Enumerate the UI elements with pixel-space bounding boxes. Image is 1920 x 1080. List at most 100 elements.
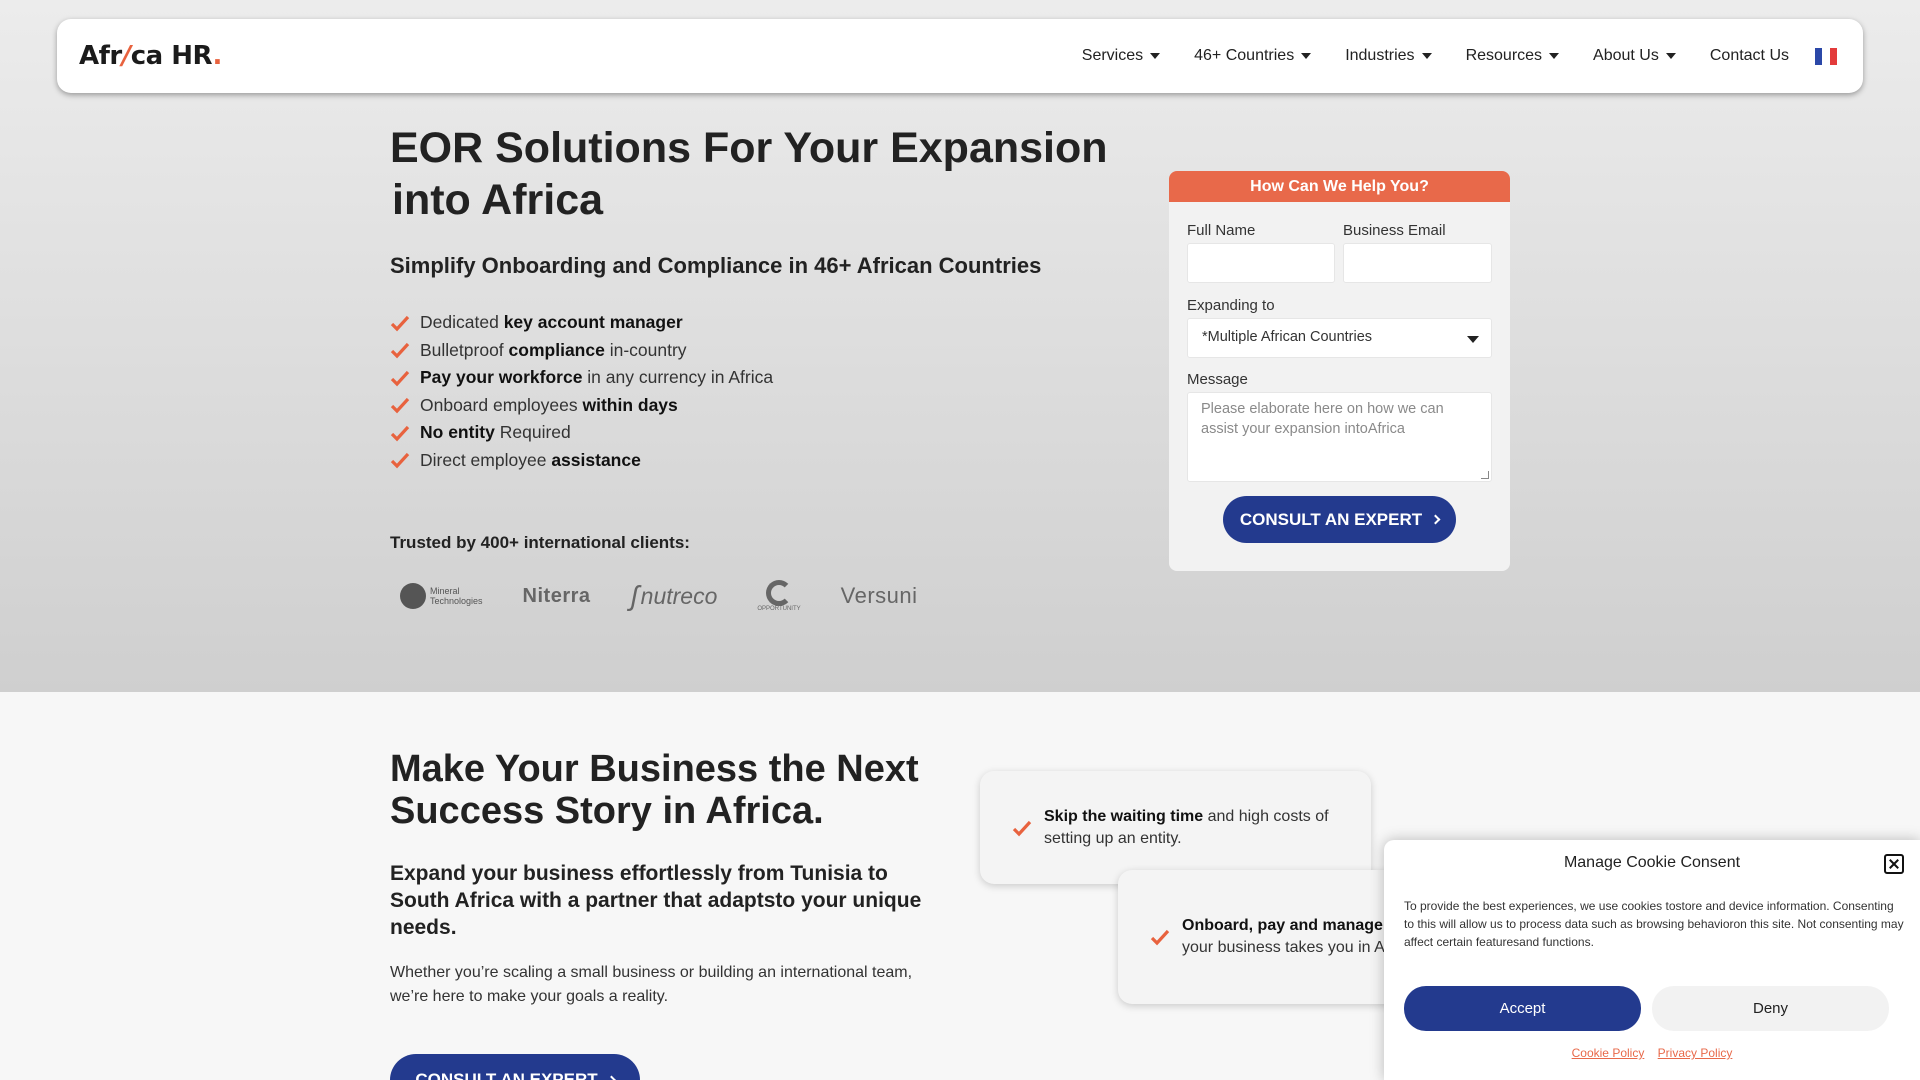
- benefit-bold: key account manager: [503, 312, 683, 332]
- form-header: How Can We Help You?: [1169, 171, 1510, 202]
- cookie-title: Manage Cookie Consent: [1563, 854, 1741, 871]
- benefit-pre: Dedicated: [420, 312, 499, 332]
- client-logos: Mineral Technologies Niterra ʃ nutreco OPP…: [400, 568, 1100, 624]
- mineral-ball-icon: [400, 583, 426, 609]
- benefit-bold: Pay your workforce: [420, 367, 583, 387]
- benefit-pre: Onboard employees: [420, 394, 578, 415]
- caret-down-icon: [1549, 53, 1560, 59]
- niterra-logo: Niterra: [522, 584, 591, 607]
- contact-form-card: How Can We Help You? Full Name Business …: [1169, 171, 1510, 571]
- mineral-technologies-logo: Mineral Technologies: [400, 583, 483, 609]
- opportunity-logo: OPPORTUNITY: [757, 580, 801, 612]
- consult-expert-button-2[interactable]: CONSULT AN EXPERT: [390, 1054, 640, 1080]
- cookie-policy-link[interactable]: Cookie Policy: [1572, 1046, 1645, 1060]
- business-email-label: Business Email: [1343, 222, 1446, 239]
- check-icon: [390, 343, 410, 359]
- nav-contact-us[interactable]: Contact Us: [1710, 47, 1789, 65]
- check-icon: [390, 453, 410, 469]
- accept-button[interactable]: Accept: [1404, 986, 1641, 1031]
- message-placeholder: Please elaborate here on how we can assi…: [1201, 401, 1444, 437]
- nav-label: Services: [1081, 47, 1144, 64]
- opportunity-ring-icon: [766, 580, 792, 606]
- logo-dot: .: [212, 41, 223, 71]
- nutreco-text: nutreco: [640, 582, 718, 609]
- feature-1-text: Skip the waiting time and high costs of …: [1044, 806, 1344, 850]
- benefit-item: Dedicated key account manager: [390, 309, 773, 337]
- nav-services[interactable]: Services: [1081, 47, 1161, 65]
- opportunity-text: OPPORTUNITY: [757, 606, 801, 612]
- message-textarea[interactable]: Please elaborate here on how we can assi…: [1187, 392, 1492, 482]
- logo-slash: /: [121, 41, 132, 71]
- section2-title: Make Your Business the Next Success Stor…: [390, 748, 919, 832]
- message-label: Message: [1187, 371, 1248, 388]
- check-icon: [1150, 929, 1170, 946]
- hero-title-line2: into Africa: [392, 176, 604, 224]
- hero-title-line1: EOR Solutions For Your Expansion: [390, 124, 1108, 172]
- check-icon: [390, 425, 410, 442]
- feature-card-1: Skip the waiting time and high costs of …: [980, 771, 1371, 884]
- consult-label: CONSULT AN EXPERT: [1239, 509, 1423, 529]
- caret-down-icon: [1301, 53, 1312, 59]
- benefit-bold: assistance: [551, 449, 641, 470]
- trusted-heading: Trusted by 400+ international clients:: [390, 533, 690, 552]
- benefit-post: in-country: [609, 339, 687, 360]
- main-nav: Services 46+ Countries Industries Resour…: [1048, 19, 1837, 93]
- versuni-logo: Versuni: [840, 583, 918, 608]
- benefit-bold: No entity: [420, 422, 495, 442]
- consult-expert-button[interactable]: CONSULT AN EXPERT: [1223, 496, 1456, 543]
- section2-subtitle: Expand your business effortlessly from T…: [390, 862, 922, 939]
- check-icon: [390, 398, 410, 414]
- logo-text-part2: ca HR: [130, 41, 213, 71]
- benefit-item: Pay your workforce in any currency in Af…: [390, 364, 773, 392]
- benefit-item: Onboard employees within days: [390, 392, 773, 420]
- resize-handle-icon[interactable]: [1481, 471, 1489, 479]
- navbar: Afr/ca HR. Services 46+ Countries Indust…: [57, 19, 1863, 93]
- caret-down-icon: [1665, 53, 1676, 59]
- chevron-right-icon: [606, 1075, 617, 1080]
- nutreco-logo: ʃ nutreco: [630, 580, 718, 611]
- feature-2-bold: Onboard, pay and manage: [1182, 917, 1383, 934]
- privacy-policy-link[interactable]: Privacy Policy: [1658, 1046, 1733, 1060]
- caret-down-icon: [1150, 53, 1161, 59]
- caret-down-icon: [1467, 336, 1479, 343]
- nav-about-us[interactable]: About Us: [1593, 47, 1676, 65]
- benefit-item: Direct employee assistance: [390, 447, 773, 475]
- deny-button[interactable]: Deny: [1652, 986, 1889, 1031]
- cookie-consent-dialog: Manage Cookie Consent To provide the bes…: [1384, 840, 1920, 1080]
- nav-label: About Us: [1593, 47, 1659, 64]
- section2-body: Whether you’re scaling a small business …: [390, 964, 913, 1005]
- nav-label: Resources: [1465, 47, 1543, 64]
- nav-label: Contact Us: [1709, 47, 1789, 64]
- expanding-value: *Multiple African Countries: [1202, 329, 1373, 345]
- expanding-label: Expanding to: [1187, 297, 1275, 314]
- cookie-links: Cookie Policy Privacy Policy: [1384, 1046, 1920, 1060]
- logo[interactable]: Afr/ca HR.: [79, 41, 222, 71]
- benefit-item: No entity Required: [390, 419, 773, 447]
- consult-label: CONSULT AN EXPERT: [415, 1070, 598, 1080]
- business-email-field[interactable]: [1343, 243, 1492, 283]
- benefit-pre: Direct employee: [420, 449, 547, 470]
- caret-down-icon: [1421, 53, 1432, 59]
- cookie-text: To provide the best experiences, we use …: [1404, 899, 1904, 949]
- nav-countries[interactable]: 46+ Countries: [1194, 47, 1312, 65]
- benefit-pre: Bulletproof: [420, 339, 504, 360]
- hero-title: EOR Solutions For Your Expansion into Af…: [390, 122, 1110, 226]
- feature-1-bold: Skip the waiting time: [1044, 807, 1204, 825]
- benefit-bold: within days: [582, 394, 678, 415]
- french-flag-icon[interactable]: [1815, 47, 1837, 65]
- logo-text-part1: Afr: [79, 41, 122, 71]
- nav-label: Industries: [1345, 47, 1415, 64]
- benefit-post: Required: [499, 422, 571, 442]
- mineral-line2: Technologies: [430, 596, 483, 606]
- check-icon: [1012, 820, 1032, 836]
- full-name-field[interactable]: [1187, 243, 1335, 283]
- full-name-label: Full Name: [1187, 222, 1256, 239]
- close-icon[interactable]: [1884, 854, 1904, 874]
- benefits-list: Dedicated key account manager Bulletproo…: [390, 309, 773, 474]
- chevron-right-icon: [1430, 514, 1441, 525]
- nav-resources[interactable]: Resources: [1465, 47, 1560, 65]
- benefit-item: Bulletproof compliance in-country: [390, 337, 773, 365]
- nav-label: 46+ Countries: [1194, 47, 1295, 64]
- expanding-select[interactable]: *Multiple African Countries: [1187, 318, 1492, 358]
- nav-industries[interactable]: Industries: [1345, 47, 1432, 65]
